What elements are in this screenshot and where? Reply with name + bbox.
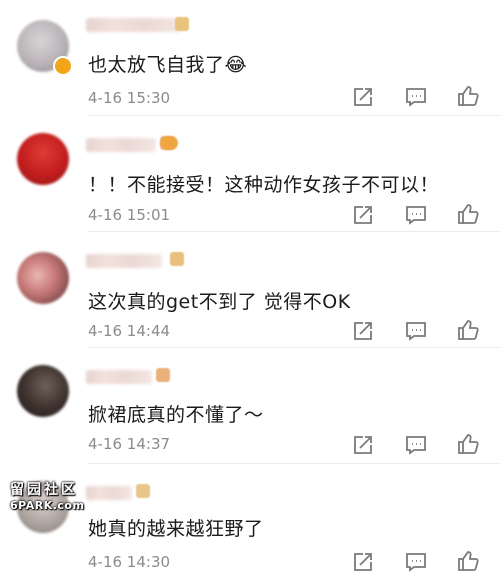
- watermark-site: 6PARK.com: [10, 499, 85, 512]
- comment-icon[interactable]: [404, 550, 428, 574]
- avatar[interactable]: [17, 365, 69, 417]
- comment-icon[interactable]: [404, 319, 428, 343]
- share-icon[interactable]: [351, 433, 375, 457]
- comment-item: 这次真的get不到了 觉得不OK 4-16 14:44: [0, 232, 500, 348]
- comment-text: 她真的越来越狂野了: [88, 518, 264, 540]
- watermark-title: 留园社区: [10, 482, 78, 498]
- username-blurred[interactable]: [86, 138, 156, 152]
- thumbs-up-icon[interactable]: [456, 318, 480, 342]
- comment-time: 4-16 14:44: [88, 322, 171, 340]
- crown-badge-icon: [160, 136, 178, 150]
- fan-badge-icon: [175, 17, 189, 31]
- comment-time: 4-16 14:37: [88, 435, 171, 453]
- thumbs-up-icon[interactable]: [456, 84, 480, 108]
- comment-item: ！！不能接受！这种动作女孩子不可以！ 4-16 15:01: [0, 116, 500, 232]
- comment-time: 4-16 15:01: [88, 206, 171, 224]
- comment-text: 这次真的get不到了 觉得不OK: [88, 291, 351, 313]
- watermark: 留园社区 6PARK.com: [10, 483, 84, 513]
- avatar[interactable]: [17, 252, 69, 304]
- thumbs-up-icon[interactable]: [456, 202, 480, 226]
- fan-badge-icon: [156, 368, 170, 382]
- comment-text: 掀裙底真的不懂了～: [88, 404, 264, 426]
- comment-icon[interactable]: [404, 203, 428, 227]
- fan-badge-icon: [136, 484, 150, 498]
- fan-badge-icon: [170, 252, 184, 266]
- comment-item: 也太放飞自我了😂 4-16 15:30: [0, 0, 500, 116]
- vip-badge-icon: [53, 56, 73, 76]
- comment-time: 4-16 14:30: [88, 553, 171, 571]
- share-icon[interactable]: [351, 319, 375, 343]
- comment-text: ！！不能接受！这种动作女孩子不可以！: [88, 174, 440, 196]
- comment-text: 也太放飞自我了😂: [88, 54, 248, 76]
- share-icon[interactable]: [351, 85, 375, 109]
- share-icon[interactable]: [351, 550, 375, 574]
- username-blurred[interactable]: [86, 370, 152, 384]
- username-blurred[interactable]: [86, 486, 132, 500]
- share-icon[interactable]: [351, 203, 375, 227]
- comment-time: 4-16 15:30: [88, 89, 171, 107]
- thumbs-up-icon[interactable]: [456, 432, 480, 456]
- thumbs-up-icon[interactable]: [456, 549, 480, 573]
- username-blurred[interactable]: [86, 254, 162, 268]
- comment-icon[interactable]: [404, 85, 428, 109]
- comment-item: 掀裙底真的不懂了～ 4-16 14:37: [0, 348, 500, 464]
- comment-icon[interactable]: [404, 433, 428, 457]
- avatar[interactable]: [17, 133, 69, 185]
- username-blurred[interactable]: [86, 18, 182, 32]
